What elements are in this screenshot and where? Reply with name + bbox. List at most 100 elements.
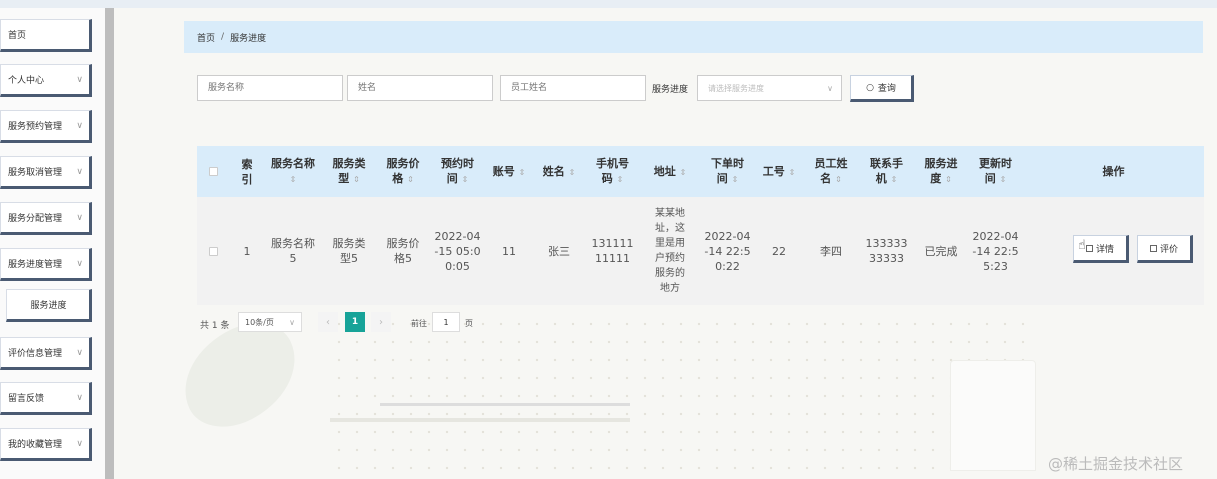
sort-icon: ⇕ <box>407 175 414 184</box>
select-all-checkbox[interactable] <box>209 167 218 176</box>
next-page-button[interactable]: › <box>371 312 391 332</box>
page-number-current[interactable]: 1 <box>345 312 365 332</box>
header-index[interactable]: 索引 <box>230 146 264 197</box>
sidebar-item-label: 留言反馈 <box>8 394 45 404</box>
search-icon: ○ <box>866 82 874 93</box>
header-appointment-time[interactable]: 预约时间 ⇕ <box>430 146 485 197</box>
query-button[interactable]: ○ 查询 <box>850 75 914 102</box>
sidebar-item-label: 服务取消管理 <box>8 168 63 178</box>
sort-icon: ⇕ <box>835 175 842 184</box>
chevron-down-icon: ∨ <box>76 74 83 85</box>
sidebar-item-appointment-mgmt[interactable]: 服务预约管理 ∨ <box>0 110 92 143</box>
detail-button-label: 详情 <box>1095 244 1114 255</box>
background-cup-decoration <box>950 360 1036 471</box>
document-icon <box>1085 244 1093 252</box>
sort-icon: ⇕ <box>568 167 576 177</box>
sort-icon: ⇕ <box>890 175 898 184</box>
background-shelf-decoration <box>380 403 630 406</box>
sidebar-item-label: 评价信息管理 <box>8 349 63 359</box>
page-size-select[interactable]: 10条/页 ∨ <box>238 312 302 332</box>
progress-select[interactable]: 请选择服务进度 ∨ <box>697 75 842 101</box>
breadcrumb: 首页 / 服务进度 <box>184 21 1203 53</box>
header-phone[interactable]: 手机号码 ⇕ <box>585 146 640 197</box>
sidebar-item-label: 服务分配管理 <box>8 214 63 224</box>
edit-icon <box>1149 244 1157 252</box>
sidebar-subitem-progress[interactable]: 服务进度 <box>6 289 92 322</box>
cell-account: 11 <box>502 244 516 258</box>
cell-service-price: 服务价格5 <box>386 237 420 265</box>
cell-employee-id: 22 <box>772 244 786 258</box>
employee-name-input[interactable] <box>500 75 646 101</box>
sidebar-scrollbar[interactable] <box>105 8 114 479</box>
header-update-time[interactable]: 更新时间 ⇕ <box>968 146 1023 197</box>
header-order-time[interactable]: 下单时间 ⇕ <box>700 146 755 197</box>
prev-page-button[interactable]: ‹ <box>318 312 338 332</box>
chevron-down-icon: ∨ <box>76 347 83 358</box>
chevron-down-icon: ∨ <box>76 212 83 223</box>
hand-cursor-icon: ☝ <box>1078 238 1086 253</box>
sidebar-item-assign-mgmt[interactable]: 服务分配管理 ∨ <box>0 202 92 235</box>
background-dot-pattern <box>330 315 1030 471</box>
sidebar-item-label: 服务进度管理 <box>8 260 63 270</box>
sidebar-item-personal-center[interactable]: 个人中心 ∨ <box>0 64 92 97</box>
header-service-type[interactable]: 服务类型 ⇕ <box>322 146 376 197</box>
sort-icon: ⇕ <box>289 175 297 184</box>
review-button-label: 评价 <box>1159 244 1178 255</box>
background-shelf-decoration <box>330 418 630 422</box>
header-contact-phone[interactable]: 联系手机 ⇕ <box>859 146 914 197</box>
sidebar-item-label: 服务进度 <box>30 301 67 311</box>
cell-phone: 13111111111 <box>591 237 634 265</box>
sort-icon: ⇕ <box>616 175 624 184</box>
sidebar-item-cancel-mgmt[interactable]: 服务取消管理 ∨ <box>0 156 92 189</box>
sidebar-item-label: 个人中心 <box>8 76 45 86</box>
header-actions: 操作 <box>1102 165 1125 178</box>
cell-update-time: 2022-04-14 22:55:23 <box>972 229 1019 273</box>
header-service-name[interactable]: 服务名称 ⇕ <box>264 146 322 197</box>
sidebar-item-home[interactable]: 首页 <box>0 19 92 52</box>
top-strip <box>0 0 1217 8</box>
breadcrumb-current: 服务进度 <box>230 33 267 44</box>
sidebar-item-label: 我的收藏管理 <box>8 440 63 450</box>
chevron-down-icon: ∨ <box>76 120 83 131</box>
header-employee-id[interactable]: 工号 ⇕ <box>755 146 803 197</box>
progress-filter-label: 服务进度 <box>652 85 689 95</box>
row-checkbox[interactable] <box>209 246 218 256</box>
chevron-down-icon: ∨ <box>76 166 83 177</box>
sidebar-item-review-mgmt[interactable]: 评价信息管理 ∨ <box>0 337 92 370</box>
progress-select-placeholder: 请选择服务进度 <box>708 83 764 93</box>
header-name[interactable]: 姓名 ⇕ <box>533 146 585 197</box>
cell-employee-name: 李四 <box>820 244 842 258</box>
sort-icon: ⇕ <box>999 175 1007 184</box>
cell-appointment-time: 2022-04-15 05:00:05 <box>434 229 481 273</box>
sort-icon: ⇕ <box>518 167 526 177</box>
page-unit-label: 页 <box>465 319 473 328</box>
cell-address: 某某地址，这里是用户预约服务的地方 <box>655 208 685 294</box>
service-name-input[interactable] <box>197 75 343 101</box>
cell-name: 张三 <box>548 244 570 258</box>
chevron-right-icon: › <box>379 316 383 328</box>
name-input[interactable] <box>347 75 493 101</box>
sort-icon: ⇕ <box>353 175 360 184</box>
sidebar-item-label: 服务预约管理 <box>8 122 63 132</box>
header-progress[interactable]: 服务进度 ⇕ <box>914 146 968 197</box>
sidebar-item-feedback[interactable]: 留言反馈 ∨ <box>0 382 92 415</box>
sort-icon: ⇕ <box>945 175 952 184</box>
review-button[interactable]: 评价 <box>1137 235 1193 263</box>
query-button-label: 查询 <box>877 84 896 94</box>
sidebar-item-favorites-mgmt[interactable]: 我的收藏管理 ∨ <box>0 428 92 461</box>
page-size-value: 10条/页 <box>245 317 274 327</box>
goto-page-input[interactable]: 1 <box>432 312 460 332</box>
sort-icon: ⇕ <box>461 175 469 184</box>
breadcrumb-separator: / <box>221 32 225 42</box>
table-header: 索引 服务名称 ⇕ 服务类型 ⇕ 服务价格 ⇕ 预约时间 ⇕ 账号 ⇕ 姓名 ⇕ … <box>197 146 1204 197</box>
header-address[interactable]: 地址 ⇕ <box>640 146 700 197</box>
cell-service-name: 服务名称5 <box>271 237 315 265</box>
select-all-cell <box>197 146 230 197</box>
sort-icon: ⇕ <box>679 167 687 177</box>
header-account[interactable]: 账号 ⇕ <box>485 146 533 197</box>
breadcrumb-home[interactable]: 首页 <box>197 31 215 44</box>
sidebar-item-progress-mgmt[interactable]: 服务进度管理 ∨ <box>0 248 92 281</box>
header-service-price[interactable]: 服务价格 ⇕ <box>376 146 430 197</box>
cell-order-time: 2022-04-14 22:50:22 <box>704 229 751 273</box>
header-employee-name[interactable]: 员工姓名 ⇕ <box>803 146 859 197</box>
